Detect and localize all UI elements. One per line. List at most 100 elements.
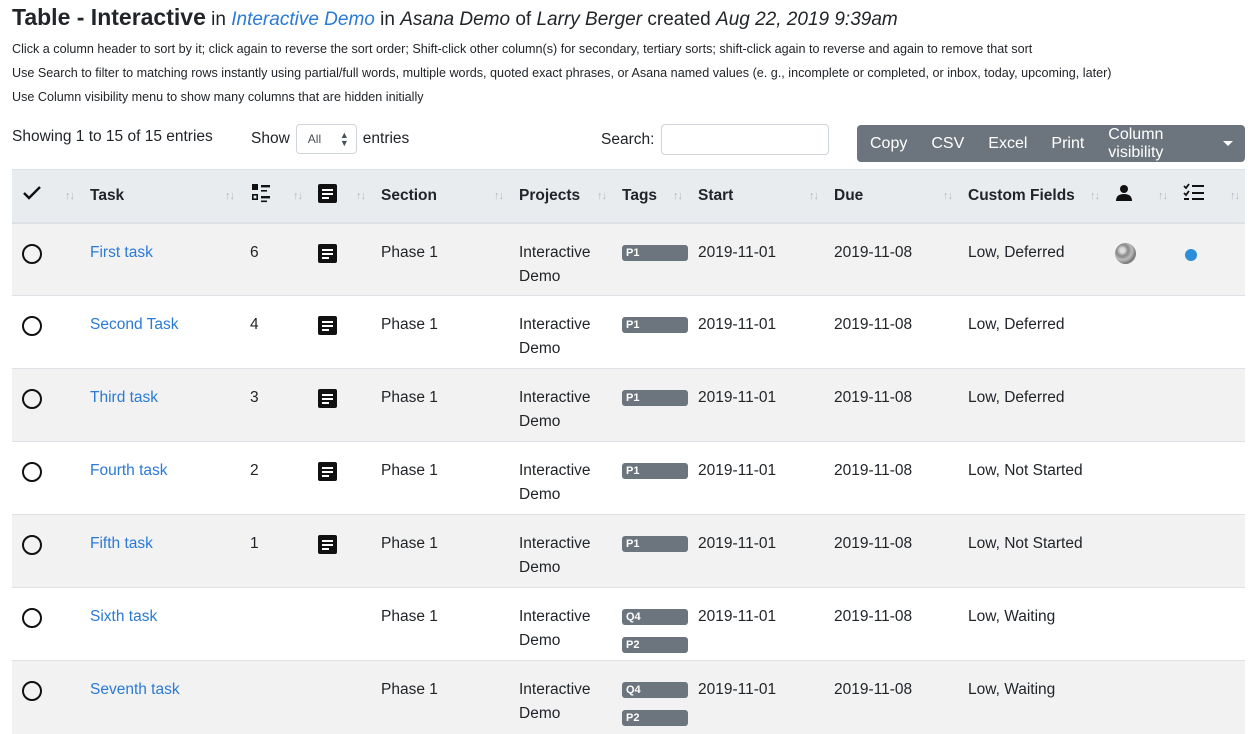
length-value: All (307, 132, 322, 146)
notes-cell (308, 441, 371, 515)
notes-icon[interactable] (318, 316, 337, 335)
task-link[interactable]: Second Task (90, 316, 178, 333)
complete-circle-icon[interactable] (22, 462, 42, 482)
subtasks-cell (240, 660, 308, 734)
task-link[interactable]: Sixth task (90, 608, 157, 625)
notes-cell (308, 660, 371, 734)
tag-badge[interactable]: P1 (622, 536, 688, 552)
complete-circle-icon[interactable] (22, 316, 42, 336)
column-visibility-button[interactable]: Column visibility (1096, 125, 1245, 162)
start-date: 2019-11-01 (698, 243, 777, 261)
task-cell: Second Task (80, 295, 240, 369)
notes-icon[interactable] (318, 462, 337, 481)
task-cell: Seventh task (80, 660, 240, 734)
start-date: 2019-11-01 (698, 608, 777, 625)
subtasks-cell: 3 (240, 368, 308, 442)
notes-icon[interactable] (318, 389, 337, 408)
project-name-line1: Interactive (519, 535, 591, 552)
avatar[interactable] (1115, 242, 1136, 264)
col-notes[interactable]: ↑↓ (308, 169, 371, 224)
title-in-2: in (380, 9, 395, 30)
subtasks-cell: 2 (240, 441, 308, 515)
projects-cell: Interactive Demo (509, 587, 612, 661)
complete-circle-icon[interactable] (22, 608, 42, 628)
tag-badge[interactable]: Q4 (622, 682, 688, 698)
projects-cell: Interactive Demo (509, 368, 612, 442)
col-assignee[interactable]: ↑↓ (1105, 169, 1173, 224)
tag-badge[interactable]: P2 (622, 710, 688, 726)
checklist-icon (251, 184, 270, 203)
due-cell: 2019-11-08 (824, 295, 958, 369)
excel-button[interactable]: Excel (976, 125, 1039, 162)
projects-cell: Interactive Demo (509, 514, 612, 588)
custom-fields-cell: Low, Not Started (958, 514, 1105, 588)
dependencies-cell (1173, 660, 1245, 734)
col-projects-label: Projects (519, 186, 581, 204)
tags-cell: P1 (612, 441, 688, 515)
col-task[interactable]: Task ↑↓ (80, 169, 240, 224)
task-link[interactable]: Fourth task (90, 462, 168, 479)
start-cell: 2019-11-01 (688, 222, 824, 296)
entries-label: entries (362, 130, 410, 147)
complete-circle-icon[interactable] (22, 535, 42, 555)
complete-circle-icon[interactable] (22, 681, 42, 701)
help-search: Use Search to filter to matching rows in… (12, 66, 1112, 80)
col-start-label: Start (698, 186, 734, 204)
csv-button[interactable]: CSV (919, 125, 976, 162)
col-subtasks[interactable]: ↑↓ (240, 169, 308, 224)
due-cell: 2019-11-08 (824, 441, 958, 515)
due-date: 2019-11-08 (834, 681, 913, 698)
col-projects[interactable]: Projects ↑↓ (509, 169, 612, 224)
col-tags-label: Tags (622, 186, 658, 204)
tag-badge[interactable]: P1 (622, 463, 688, 479)
tag-badge[interactable]: P1 (622, 244, 688, 261)
section-value: Phase 1 (381, 535, 438, 552)
project-name-line2: Demo (519, 340, 561, 357)
complete-circle-icon[interactable] (22, 243, 42, 264)
col-completed[interactable]: ↑↓ (12, 169, 80, 224)
col-tags[interactable]: Tags ↑↓ (612, 169, 688, 224)
tag-list: P1 (622, 241, 688, 261)
copy-button[interactable]: Copy (857, 125, 919, 162)
print-button[interactable]: Print (1039, 125, 1096, 162)
col-due[interactable]: Due ↑↓ (824, 169, 958, 224)
assignee-cell (1105, 587, 1173, 661)
task-link[interactable]: Third task (90, 389, 158, 406)
custom-fields-cell: Low, Deferred (958, 295, 1105, 369)
notes-cell (308, 222, 371, 296)
tag-list: P1 (622, 386, 688, 406)
length-select[interactable]: All ▲ ▼ (295, 124, 357, 154)
task-link[interactable]: Fifth task (90, 535, 153, 552)
tag-badge[interactable]: P1 (622, 390, 688, 406)
col-section[interactable]: Section ↑↓ (371, 169, 509, 224)
notes-icon[interactable] (318, 535, 337, 554)
col-custom-fields[interactable]: Custom Fields ↑↓ (958, 169, 1105, 224)
col-start[interactable]: Start ↑↓ (688, 169, 824, 224)
due-date: 2019-11-08 (834, 316, 913, 333)
completed-cell (12, 295, 80, 369)
notes-cell (308, 368, 371, 442)
project-name-line2: Demo (519, 486, 561, 503)
task-link[interactable]: First task (90, 244, 153, 261)
sort-arrows-icon: ↑↓ (809, 189, 819, 202)
export-button-group: Copy CSV Excel Print Column visibility (857, 125, 1245, 162)
table-row: Sixth task Phase 1 Interactive Demo Q4 P2 … (12, 587, 1245, 661)
search-input[interactable] (661, 124, 830, 155)
start-date: 2019-11-01 (698, 681, 777, 698)
notes-icon[interactable] (318, 243, 337, 263)
tag-badge[interactable]: P1 (622, 317, 688, 333)
project-name-line1: Interactive (519, 681, 591, 698)
complete-circle-icon[interactable] (22, 389, 42, 409)
project-link[interactable]: Interactive Demo (231, 9, 375, 30)
start-date: 2019-11-01 (698, 316, 777, 333)
task-link[interactable]: Seventh task (90, 681, 180, 698)
table-row: Second Task 4 Phase 1 Interactive Demo P1… (12, 295, 1245, 369)
col-dependencies[interactable]: ↑↓ (1173, 169, 1245, 224)
tag-badge[interactable]: Q4 (622, 609, 688, 625)
completed-cell (12, 514, 80, 588)
assignee-cell (1105, 660, 1173, 734)
subtasks-cell: 1 (240, 514, 308, 588)
tag-badge[interactable]: P2 (622, 637, 688, 653)
sort-arrows-icon: ↑↓ (225, 189, 235, 202)
show-label: Show (251, 130, 290, 147)
